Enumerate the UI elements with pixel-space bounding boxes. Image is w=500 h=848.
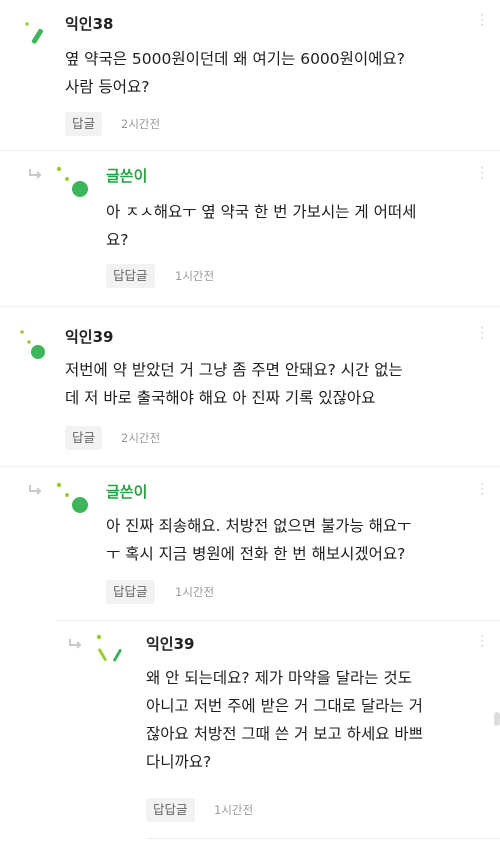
reply-arrow-icon: [69, 639, 82, 649]
more-options-icon[interactable]: · · ·: [479, 9, 485, 31]
avatar-icon: [56, 482, 88, 513]
comment-time: 1시간전: [214, 803, 254, 817]
reply-arrow-icon: [29, 485, 42, 495]
avatar-icon: [25, 22, 44, 44]
comment-time: 1시간전: [175, 269, 215, 283]
comment-time: 2시간전: [121, 117, 161, 131]
more-options-icon[interactable]: · · ·: [479, 478, 485, 500]
comment-author[interactable]: 익인39: [65, 326, 113, 347]
comment-body: 옆 약국은 5000원이던데 왜 여기는 6000원이에요? 사람 등어요?: [65, 50, 405, 96]
comment-time: 2시간전: [121, 431, 161, 445]
comment-body: 왜 안 되는데요? 제가 마약을 달라는 것도 아니고 저번 주에 받은 거 그…: [146, 669, 423, 771]
reply-button[interactable]: 답글: [65, 112, 103, 136]
comment-time: 1시간전: [175, 585, 215, 599]
comment-body: 아 ㅈㅅ해요ㅜ 옆 약국 한 번 가보시는 게 어떠세 요?: [106, 203, 417, 249]
comment-author[interactable]: 익인38: [65, 13, 113, 34]
reply-button[interactable]: 답답글: [146, 798, 195, 822]
comment-author[interactable]: 익인39: [146, 633, 194, 654]
more-options-icon[interactable]: · · ·: [479, 630, 485, 652]
divider: [56, 620, 500, 621]
reply-button[interactable]: 답답글: [106, 580, 155, 604]
avatar-icon: [20, 330, 45, 359]
reply-button[interactable]: 답답글: [106, 264, 155, 288]
comment-author[interactable]: 글쓴이: [106, 165, 147, 186]
comment-thread: 익인38 · · · 옆 약국은 5000원이던데 왜 여기는 6000원이에요? …: [0, 0, 500, 848]
divider: [146, 838, 500, 839]
avatar-icon: [56, 166, 88, 197]
more-options-icon[interactable]: · · ·: [479, 162, 485, 184]
comment-body: 아 진짜 죄송해요. 처방전 없으면 불가능 해요ㅜ ㅜ 혹시 지금 병원에 전…: [106, 517, 412, 563]
scrollbar[interactable]: [494, 712, 500, 726]
more-options-icon[interactable]: · · ·: [479, 322, 485, 344]
divider: [0, 466, 500, 467]
reply-button[interactable]: 답글: [65, 426, 103, 450]
avatar-icon: [96, 634, 122, 662]
divider: [0, 306, 500, 307]
comment-author[interactable]: 글쓴이: [106, 481, 147, 502]
comment-body: 저번에 약 받았던 거 그냥 좀 주면 안돼요? 시간 없는 데 저 바로 출국…: [65, 361, 403, 407]
reply-arrow-icon: [29, 169, 42, 179]
divider: [0, 150, 500, 151]
